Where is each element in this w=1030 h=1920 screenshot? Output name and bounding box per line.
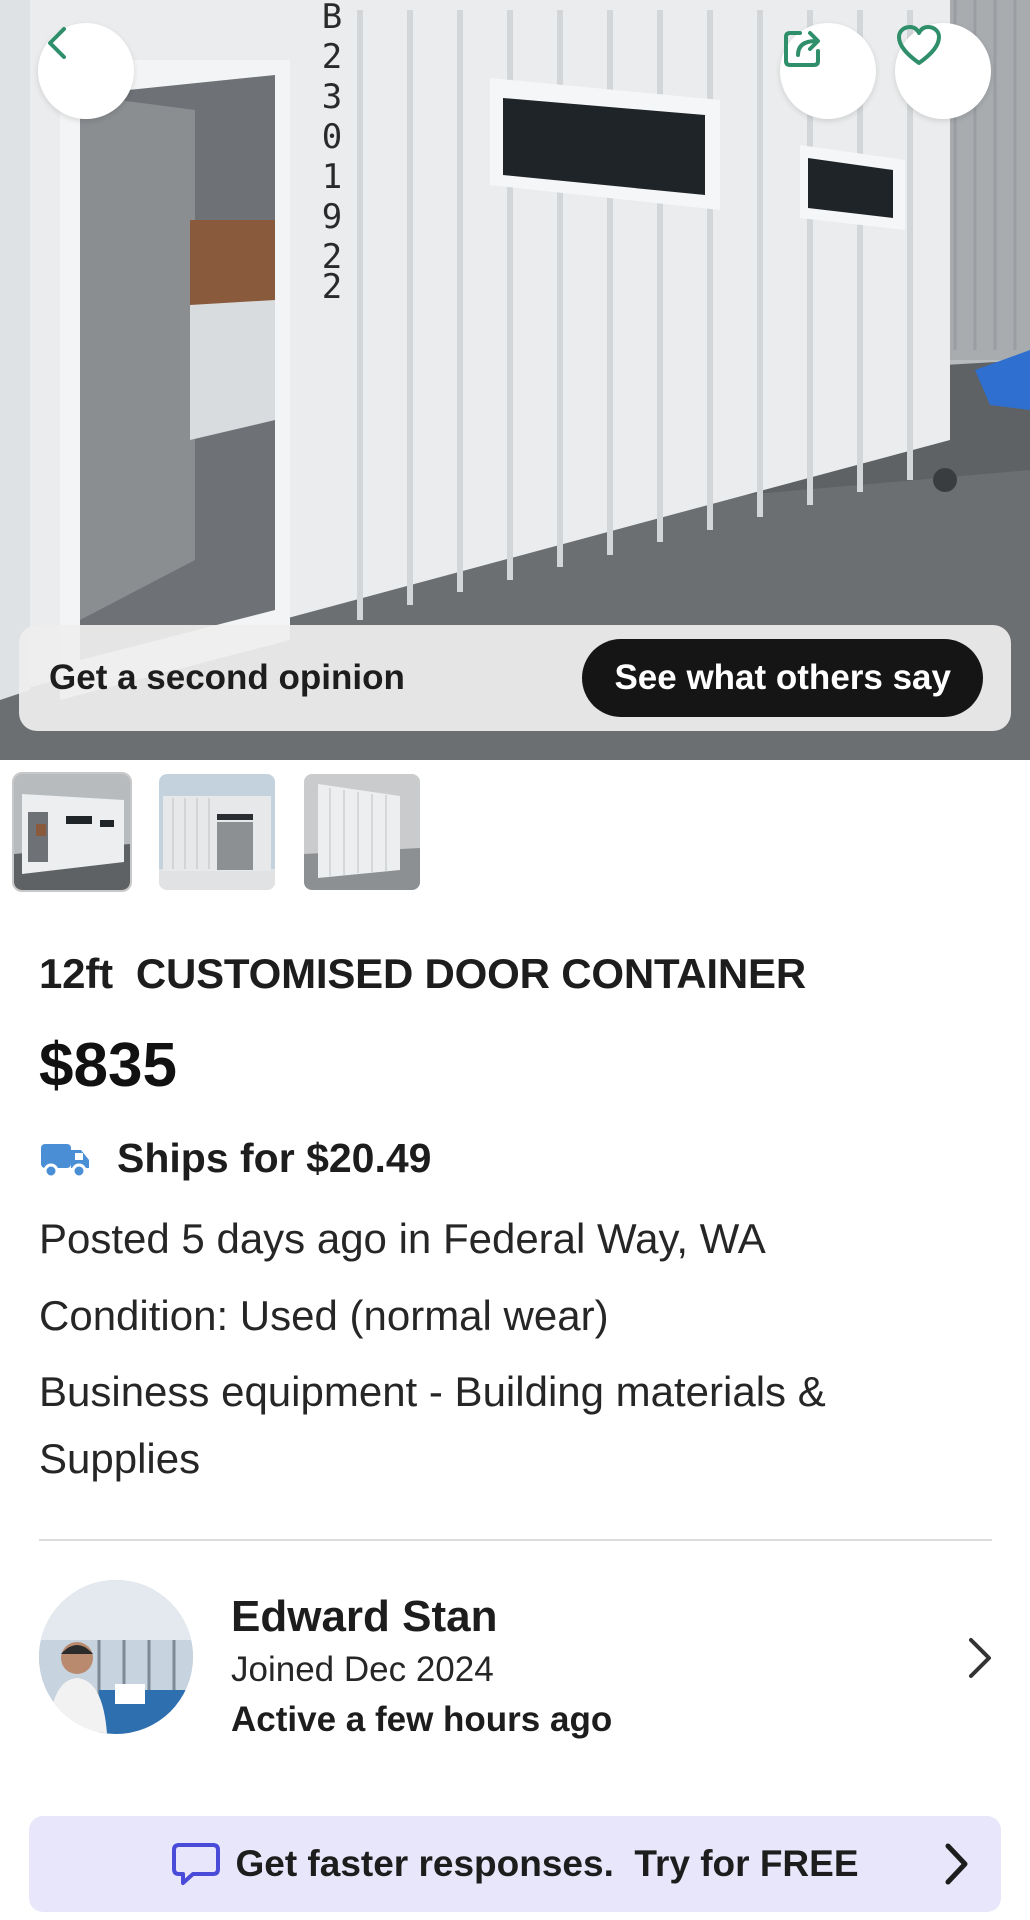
see-what-others-say-button[interactable]: See what others say — [582, 639, 983, 717]
condition-info: Condition: Used (normal wear) — [39, 1292, 609, 1339]
thumbnail-image — [14, 774, 130, 890]
seller-card[interactable]: Edward Stan Joined Dec 2024 Active a few… — [39, 1580, 999, 1739]
thumbnail-image — [304, 774, 420, 890]
section-divider — [39, 1539, 992, 1541]
thumbnail-2[interactable] — [159, 774, 275, 890]
shipping-info: Ships for $20.49 — [39, 1135, 431, 1182]
chevron-right-icon — [945, 1843, 968, 1885]
svg-text:9: 9 — [322, 197, 342, 237]
chat-bubble-icon — [172, 1843, 221, 1885]
faster-responses-promo[interactable]: Get faster responses. Try for FREE — [29, 1816, 1001, 1912]
listing-price: $835 — [39, 1031, 177, 1100]
photo-thumbnails — [12, 772, 420, 892]
promo-text: Get faster responses. Try for FREE — [235, 1843, 859, 1884]
avatar-image — [39, 1580, 193, 1734]
second-opinion-text: Get a second opinion — [49, 658, 405, 697]
svg-text:2: 2 — [322, 37, 342, 77]
seller-joined: Joined Dec 2024 — [231, 1650, 494, 1689]
posted-info: Posted 5 days ago in Federal Way, WA — [39, 1215, 766, 1262]
listing-title: 12ft CUSTOMISED DOOR CONTAINER — [39, 950, 806, 997]
second-opinion-banner: Get a second opinion See what others say — [19, 625, 1011, 731]
svg-text:B: B — [322, 0, 342, 37]
heart-icon — [897, 25, 941, 65]
svg-text:1: 1 — [322, 157, 342, 197]
svg-text:0: 0 — [322, 117, 342, 157]
thumbnail-3[interactable] — [304, 774, 420, 890]
truck-icon — [41, 1143, 89, 1178]
svg-text:2: 2 — [322, 267, 342, 307]
back-button[interactable] — [38, 23, 134, 119]
share-icon — [784, 31, 820, 67]
seller-avatar[interactable] — [39, 1580, 193, 1734]
favorite-button[interactable] — [895, 23, 991, 119]
share-button[interactable] — [780, 23, 876, 119]
seller-active-status: Active a few hours ago — [231, 1700, 613, 1739]
shipping-text: Ships for $20.49 — [117, 1135, 432, 1181]
thumbnail-image — [159, 774, 275, 890]
chevron-right-icon[interactable] — [959, 1632, 999, 1684]
thumbnail-1[interactable] — [12, 772, 132, 892]
seller-name: Edward Stan — [231, 1592, 498, 1641]
svg-text:3: 3 — [322, 77, 342, 117]
category-link[interactable]: Business equipment - Building materials … — [39, 1358, 939, 1492]
listing-photo[interactable]: B23 019 22 Get a second opinion See what… — [0, 0, 1030, 760]
chevron-left-icon — [48, 27, 66, 59]
